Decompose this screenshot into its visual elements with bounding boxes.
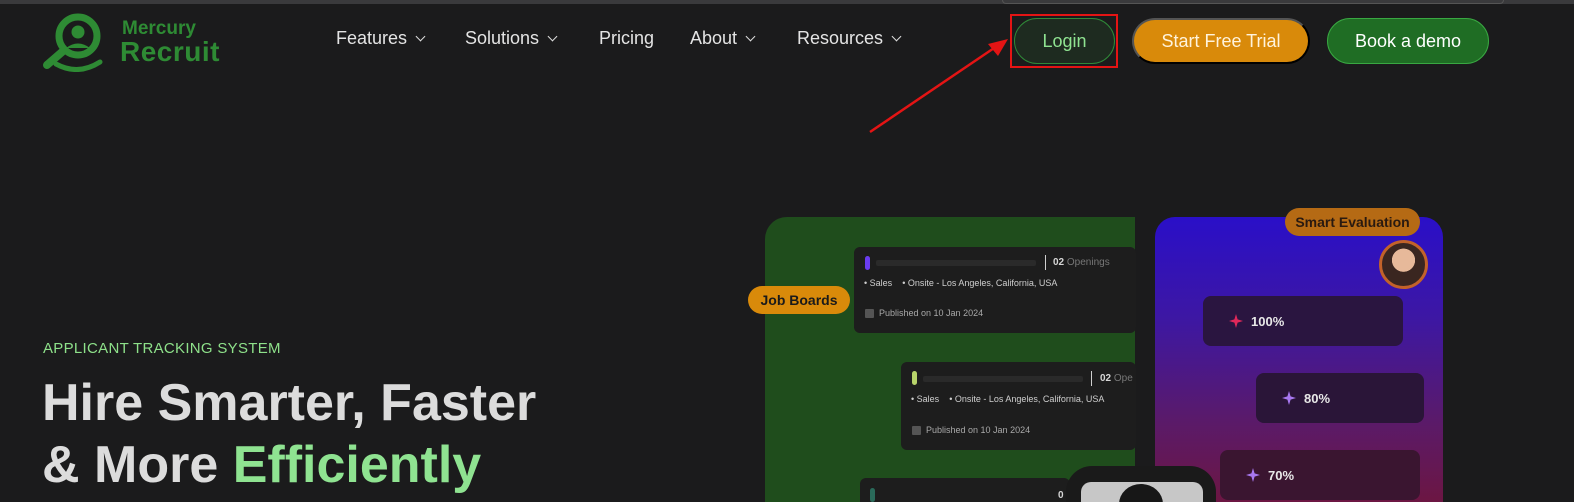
score-card: 100% <box>1203 296 1403 346</box>
score-value: 100% <box>1251 313 1285 329</box>
score-card: 70% <box>1220 450 1420 500</box>
hero-heading: Hire Smarter, Faster & More Efficiently <box>42 372 536 496</box>
job-tags: • Sales • Onsite - Los Angeles, Californ… <box>911 394 1105 404</box>
brand-name-bottom: Recruit <box>120 36 220 67</box>
start-free-trial-button[interactable]: Start Free Trial <box>1132 18 1310 64</box>
job-card: 02 Ope • Sales • Onsite - Los Angeles, C… <box>901 362 1136 450</box>
avatar <box>1379 240 1428 289</box>
hero-eyebrow: APPLICANT TRACKING SYSTEM <box>43 340 281 357</box>
nav-item-about[interactable]: About <box>690 28 756 49</box>
job-card: 0 <box>860 478 1070 502</box>
divider <box>1045 255 1046 270</box>
nav-item-label: Pricing <box>599 28 655 48</box>
job-card: 02 Openings • Sales • Onsite - Los Angel… <box>854 247 1136 333</box>
browser-top-edge <box>0 0 1574 4</box>
job-openings: 0 <box>1058 490 1064 501</box>
chevron-down-icon <box>745 31 756 42</box>
chevron-down-icon <box>415 31 426 42</box>
score-value: 70% <box>1268 467 1295 483</box>
smart-evaluation-tag: Smart Evaluation <box>1285 208 1420 236</box>
annotation-arrow-icon <box>869 39 1008 134</box>
job-card-color-bar <box>870 488 875 502</box>
job-openings: 02 Ope <box>1100 373 1133 384</box>
hero-heading-line2-prefix: & More <box>42 436 233 494</box>
nav-item-pricing[interactable]: Pricing <box>599 28 654 49</box>
sparkle-icon <box>1229 314 1243 328</box>
job-openings: 02 Openings <box>1053 257 1110 268</box>
candidate-photo <box>1081 482 1203 502</box>
job-title-placeholder <box>876 260 1036 266</box>
logo-magnifier-icon <box>43 13 103 72</box>
nav-item-features[interactable]: Features <box>336 28 426 49</box>
score-card: 80% <box>1256 373 1424 423</box>
book-demo-button[interactable]: Book a demo <box>1327 18 1489 64</box>
job-tags: • Sales • Onsite - Los Angeles, Californ… <box>864 278 1058 288</box>
nav-item-label: Features <box>336 28 408 48</box>
sparkle-icon <box>1246 468 1260 482</box>
job-card-color-bar <box>865 256 870 270</box>
nav-item-label: About <box>690 28 738 48</box>
job-published: Published on 10 Jan 2024 <box>865 308 983 318</box>
score-value: 80% <box>1304 390 1331 406</box>
nav-item-label: Solutions <box>465 28 540 48</box>
job-card-color-bar <box>912 371 917 385</box>
login-button[interactable]: Login <box>1014 18 1115 64</box>
job-boards-tag: Job Boards <box>748 286 850 314</box>
job-published: Published on 10 Jan 2024 <box>912 425 1030 435</box>
nav-item-solutions[interactable]: Solutions <box>465 28 558 49</box>
hero-heading-line1: Hire Smarter, Faster <box>42 374 537 432</box>
sparkle-icon <box>1282 391 1296 405</box>
brand-logo[interactable]: Mercury Recruit <box>42 12 242 72</box>
calendar-icon <box>912 425 921 435</box>
job-title-placeholder <box>923 376 1083 382</box>
chevron-down-icon <box>547 31 558 42</box>
divider <box>1091 371 1092 386</box>
hero-heading-accent: Efficiently <box>232 436 482 494</box>
calendar-icon <box>865 308 874 318</box>
